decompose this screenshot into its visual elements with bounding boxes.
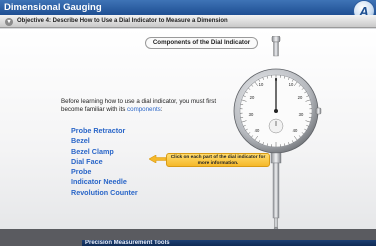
dial-right-20: 20	[298, 95, 303, 100]
dial-right-40: 40	[293, 128, 298, 133]
component-revolution-counter[interactable]: Revolution Counter	[71, 188, 138, 198]
component-bezel[interactable]: Bezel	[71, 136, 138, 146]
component-indicator-needle[interactable]: Indicator Needle	[71, 177, 138, 187]
dial-indicator[interactable]: 0 10 20 30 40 10 20 30 40	[232, 36, 322, 232]
bottom-window-title: Precision Measurement Tools	[85, 240, 170, 246]
stem	[270, 152, 282, 219]
component-list: Probe Retractor Bezel Bezel Clamp Dial F…	[71, 126, 138, 198]
bottom-window-titlebar[interactable]: Precision Measurement Tools	[82, 240, 376, 246]
component-probe-retractor[interactable]: Probe Retractor	[71, 126, 138, 136]
objective-text: Objective 4: Describe How to Use a Dial …	[17, 18, 228, 24]
intro-suffix: :	[160, 106, 163, 113]
components-link[interactable]: components	[127, 106, 161, 113]
component-probe[interactable]: Probe	[71, 167, 138, 177]
callout-arrow-icon	[149, 155, 166, 163]
objective-bar[interactable]: ▾ Objective 4: Describe How to Use a Dia…	[0, 15, 376, 28]
dial-left-30: 30	[249, 112, 254, 117]
component-bezel-clamp[interactable]: Bezel Clamp	[71, 147, 138, 157]
chevron-down-icon[interactable]: ▾	[5, 18, 13, 26]
dial-right-30: 30	[299, 112, 304, 117]
bezel-clamp[interactable]	[315, 107, 322, 115]
dial-left-40: 40	[255, 128, 260, 133]
app-title: Dimensional Gauging	[4, 2, 102, 13]
probe-retractor[interactable]	[271, 36, 281, 57]
dial-left-20: 20	[250, 95, 255, 100]
dial-right-10: 10	[289, 82, 294, 87]
dial-left-10: 10	[259, 82, 264, 87]
app-title-bar: Dimensional Gauging	[0, 0, 376, 15]
intro-paragraph: Before learning how to use a dial indica…	[61, 98, 221, 114]
revolution-counter[interactable]	[268, 118, 284, 134]
component-dial-face[interactable]: Dial Face	[71, 157, 138, 167]
